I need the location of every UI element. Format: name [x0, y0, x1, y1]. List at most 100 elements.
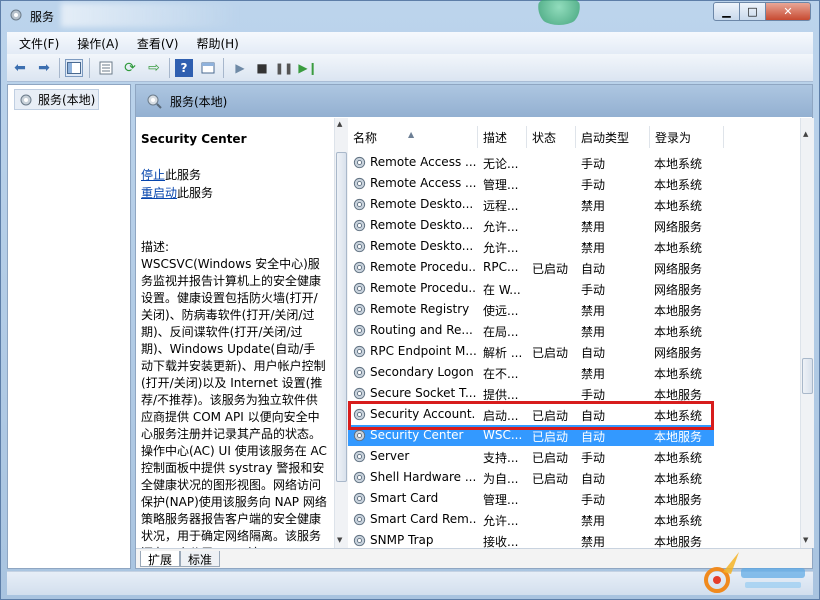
cell-description: 在 W...: [483, 283, 521, 297]
cell-description: 管理...: [483, 178, 519, 192]
console-icon[interactable]: [199, 59, 217, 77]
service-gear-icon: [353, 534, 366, 547]
properties-list-icon[interactable]: [97, 59, 115, 77]
table-row[interactable]: Server 支持... 已启动 手动 本地系统: [348, 446, 800, 467]
restart-service-link[interactable]: 重启动: [141, 186, 177, 200]
minimize-icon: ▁: [722, 5, 731, 18]
cell-name: Remote Procedu...: [370, 281, 476, 295]
service-gear-icon: [353, 198, 366, 211]
column-header-label: 登录为: [655, 130, 692, 145]
cell-startup-type: 手动: [581, 178, 606, 192]
forward-arrow-icon[interactable]: ➡: [35, 59, 53, 77]
column-header-status[interactable]: 状态: [527, 126, 576, 148]
table-row[interactable]: Remote Procedu... 在 W... 手动 网络服务: [348, 278, 800, 299]
stop-service-link[interactable]: 停止: [141, 168, 165, 182]
table-row[interactable]: Smart Card Rem... 允许... 禁用 本地系统: [348, 509, 800, 530]
list-scroll-thumb[interactable]: [802, 358, 813, 394]
cell-startup-type: 手动: [581, 157, 606, 171]
help-icon[interactable]: ?: [175, 59, 193, 77]
menu-help[interactable]: 帮助(H): [190, 35, 244, 52]
table-row[interactable]: Remote Deskto... 允许... 禁用 本地系统: [348, 236, 800, 257]
table-row[interactable]: Secondary Logon 在不... 禁用 本地系统: [348, 362, 800, 383]
description-label: 描述:: [141, 240, 170, 254]
service-gear-icon: [353, 387, 366, 400]
table-row[interactable]: Secure Socket T... 提供... 手动 本地服务: [348, 383, 800, 404]
cell-name: Remote Registry: [370, 302, 470, 316]
cell-description: 启动...: [483, 409, 519, 423]
service-gear-icon: [353, 282, 366, 295]
stop-service-icon[interactable]: ■: [253, 59, 271, 77]
menu-file[interactable]: 文件(F): [13, 35, 65, 52]
refresh-icon[interactable]: ⟳: [121, 59, 139, 77]
cell-log-on-as: 网络服务: [654, 346, 703, 360]
table-row[interactable]: Routing and Re... 在局... 禁用 本地系统: [348, 320, 800, 341]
column-header-description[interactable]: 描述: [478, 126, 527, 148]
cell-status: 已启动: [532, 451, 569, 465]
cell-description: RPC...: [483, 260, 519, 274]
close-button[interactable]: ✕: [765, 2, 811, 21]
toolbar-separator: [89, 58, 90, 78]
export-list-icon[interactable]: ⇨: [145, 59, 163, 77]
cell-log-on-as: 网络服务: [654, 283, 703, 297]
service-gear-icon: [353, 240, 366, 253]
cell-log-on-as: 网络服务: [654, 220, 703, 234]
services-window: 服务 ▁ □ ✕ 文件(F) 操作(A) 查看(V) 帮助(H) ⬅ ➡ ⟳ ⇨…: [0, 0, 820, 600]
scroll-down-icon[interactable]: ▼: [337, 536, 342, 544]
table-row[interactable]: Smart Card 管理... 手动 本地服务: [348, 488, 800, 509]
maximize-icon: □: [747, 5, 758, 18]
pause-service-icon[interactable]: ❚❚: [275, 59, 293, 77]
services-gear-icon: [20, 94, 32, 105]
cell-description: 为自...: [483, 472, 519, 486]
title-blur-decoration: [61, 3, 241, 27]
menu-view[interactable]: 查看(V): [131, 35, 185, 52]
cell-description: 在局...: [483, 325, 519, 339]
menu-action[interactable]: 操作(A): [71, 35, 125, 52]
cell-startup-type: 手动: [581, 451, 606, 465]
cell-status: 已启动: [532, 262, 569, 276]
table-row[interactable]: Remote Deskto... 远程... 禁用 本地系统: [348, 194, 800, 215]
cell-description: 远程...: [483, 199, 519, 213]
list-scrollbar[interactable]: ▲ ▼: [800, 118, 814, 548]
service-gear-icon: [353, 324, 366, 337]
watermark-logo-icon: [704, 552, 805, 593]
table-row[interactable]: Remote Procedu... RPC... 已启动 自动 网络服务: [348, 257, 800, 278]
cell-log-on-as: 本地服务: [654, 304, 703, 318]
table-row[interactable]: Remote Access ... 无论... 手动 本地系统: [348, 152, 800, 173]
table-row-selected[interactable]: Security Center WSC... 已启动 自动 本地服务: [348, 425, 714, 446]
table-row[interactable]: Remote Deskto... 允许... 禁用 网络服务: [348, 215, 800, 236]
column-header-log-on-as[interactable]: 登录为: [650, 126, 724, 148]
cell-startup-type: 禁用: [581, 367, 606, 381]
maximize-button[interactable]: □: [739, 2, 766, 21]
start-service-icon[interactable]: ▶: [231, 59, 249, 77]
show-tree-icon[interactable]: [65, 59, 83, 77]
tab-extended[interactable]: 扩展: [140, 551, 181, 567]
table-row[interactable]: Remote Access ... 管理... 手动 本地系统: [348, 173, 800, 194]
cell-log-on-as: 本地系统: [654, 451, 703, 465]
scroll-up-icon[interactable]: ▲: [803, 130, 808, 138]
scroll-up-icon[interactable]: ▲: [337, 120, 342, 128]
service-gear-icon: [353, 303, 366, 316]
scroll-down-icon[interactable]: ▼: [803, 536, 808, 544]
cell-name: Remote Deskto...: [370, 197, 474, 211]
tab-standard[interactable]: 标准: [180, 551, 221, 567]
restart-service-suffix: 此服务: [177, 186, 214, 200]
description-scrollbar[interactable]: ▲ ▼: [334, 118, 348, 548]
table-row[interactable]: Security Account... 启动... 已启动 自动 本地系统: [348, 404, 800, 425]
service-gear-icon: [353, 219, 366, 232]
column-header-name[interactable]: 名称 ▲: [348, 126, 478, 148]
cell-startup-type: 禁用: [581, 199, 606, 213]
cell-description: 允许...: [483, 241, 519, 255]
service-gear-icon: [353, 261, 366, 274]
description-scroll-thumb[interactable]: [336, 152, 347, 482]
table-row[interactable]: Shell Hardware ... 为自... 已启动 自动 本地系统: [348, 467, 800, 488]
service-gear-icon: [353, 492, 366, 505]
back-arrow-icon[interactable]: ⬅: [11, 59, 29, 77]
title-bar[interactable]: 服务 ▁ □ ✕: [1, 0, 819, 31]
column-header-startup-type[interactable]: 启动类型: [576, 126, 650, 148]
table-row[interactable]: Remote Registry 使远... 禁用 本地服务: [348, 299, 800, 320]
restart-service-icon[interactable]: ▶❙: [298, 59, 317, 77]
service-description-panel: Security Center 停止此服务 重启动此服务 描述: WSCSVC(…: [136, 118, 334, 548]
tree-item-services-local[interactable]: 服务(本地): [14, 89, 100, 110]
minimize-button[interactable]: ▁: [713, 2, 740, 21]
table-row[interactable]: RPC Endpoint M... 解析 ... 已启动 自动 网络服务: [348, 341, 800, 362]
